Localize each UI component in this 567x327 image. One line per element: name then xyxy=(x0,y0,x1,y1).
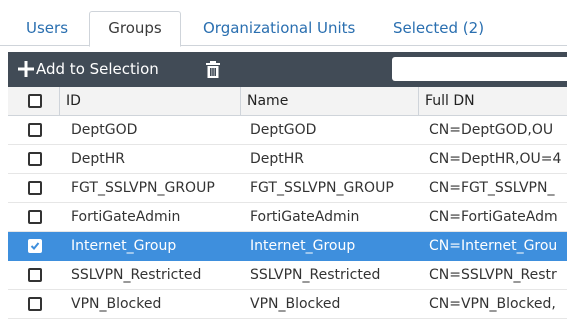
cell-id: Internet_Group xyxy=(71,238,177,254)
table-row[interactable]: SSLVPN_Restricted SSLVPN_Restricted CN=S… xyxy=(8,261,567,290)
row-checkbox-checked[interactable] xyxy=(28,239,42,253)
cell-name: SSLVPN_Restricted xyxy=(250,267,381,283)
cell-full-dn: CN=FortiGateAdm xyxy=(429,209,558,225)
add-to-selection-button[interactable]: Add to Selection xyxy=(36,52,159,87)
plus-icon[interactable] xyxy=(16,58,36,80)
row-checkbox[interactable] xyxy=(28,268,42,282)
row-checkbox[interactable] xyxy=(28,181,42,195)
cell-name: DeptGOD xyxy=(250,122,317,138)
table-header: ID Name Full DN xyxy=(8,87,567,116)
column-header-name[interactable]: Name xyxy=(241,87,418,116)
row-checkbox[interactable] xyxy=(28,152,42,166)
tab-groups[interactable]: Groups xyxy=(89,11,181,47)
cell-full-dn: CN=Internet_Grou xyxy=(429,238,558,254)
tab-bar: Users Groups Organizational Units Select… xyxy=(0,0,567,47)
table-row[interactable]: FGT_SSLVPN_GROUP FGT_SSLVPN_GROUP CN=FGT… xyxy=(8,174,567,203)
cell-full-dn: CN=SSLVPN_Restr xyxy=(429,267,557,283)
column-header-id[interactable]: ID xyxy=(60,87,240,116)
cell-name: FGT_SSLVPN_GROUP xyxy=(250,180,394,196)
table-row-selected[interactable]: Internet_Group Internet_Group CN=Interne… xyxy=(8,232,567,261)
cell-full-dn: CN=VPN_Blocked, xyxy=(429,296,556,312)
cell-full-dn: CN=DeptGOD,OU xyxy=(429,122,554,138)
search-input[interactable] xyxy=(392,57,567,81)
select-all-checkbox[interactable] xyxy=(28,94,42,108)
row-checkbox[interactable] xyxy=(28,297,42,311)
cell-id: FGT_SSLVPN_GROUP xyxy=(71,180,215,196)
cell-id: VPN_Blocked xyxy=(71,296,162,312)
cell-name: FortiGateAdmin xyxy=(250,209,360,225)
cell-id: DeptGOD xyxy=(71,122,138,138)
cell-name: VPN_Blocked xyxy=(250,296,341,312)
tab-selected[interactable]: Selected (2) xyxy=(393,12,484,46)
table-row[interactable]: VPN_Blocked VPN_Blocked CN=VPN_Blocked, xyxy=(8,290,567,319)
tab-organizational-units[interactable]: Organizational Units xyxy=(203,12,355,46)
cell-id: SSLVPN_Restricted xyxy=(71,267,202,283)
cell-id: DeptHR xyxy=(71,151,126,167)
groups-table: ID Name Full DN DeptGOD DeptGOD CN=DeptG… xyxy=(8,87,567,319)
row-checkbox[interactable] xyxy=(28,210,42,224)
row-checkbox[interactable] xyxy=(28,123,42,137)
checkmark-icon xyxy=(30,242,40,250)
group-picker-dialog: Users Groups Organizational Units Select… xyxy=(0,0,567,327)
table-row[interactable]: DeptHR DeptHR CN=DeptHR,OU=4 xyxy=(8,145,567,174)
cell-full-dn: CN=DeptHR,OU=4 xyxy=(429,151,562,167)
table-row[interactable]: DeptGOD DeptGOD CN=DeptGOD,OU xyxy=(8,116,567,145)
column-header-full-dn[interactable]: Full DN xyxy=(419,87,567,116)
trash-icon[interactable] xyxy=(205,61,221,78)
cell-name: Internet_Group xyxy=(250,238,356,254)
cell-id: FortiGateAdmin xyxy=(71,209,181,225)
table-row[interactable]: FortiGateAdmin FortiGateAdmin CN=FortiGa… xyxy=(8,203,567,232)
tab-users[interactable]: Users xyxy=(26,12,68,46)
cell-full-dn: CN=FGT_SSLVPN_ xyxy=(429,180,555,196)
toolbar: Add to Selection xyxy=(8,52,567,87)
cell-name: DeptHR xyxy=(250,151,305,167)
